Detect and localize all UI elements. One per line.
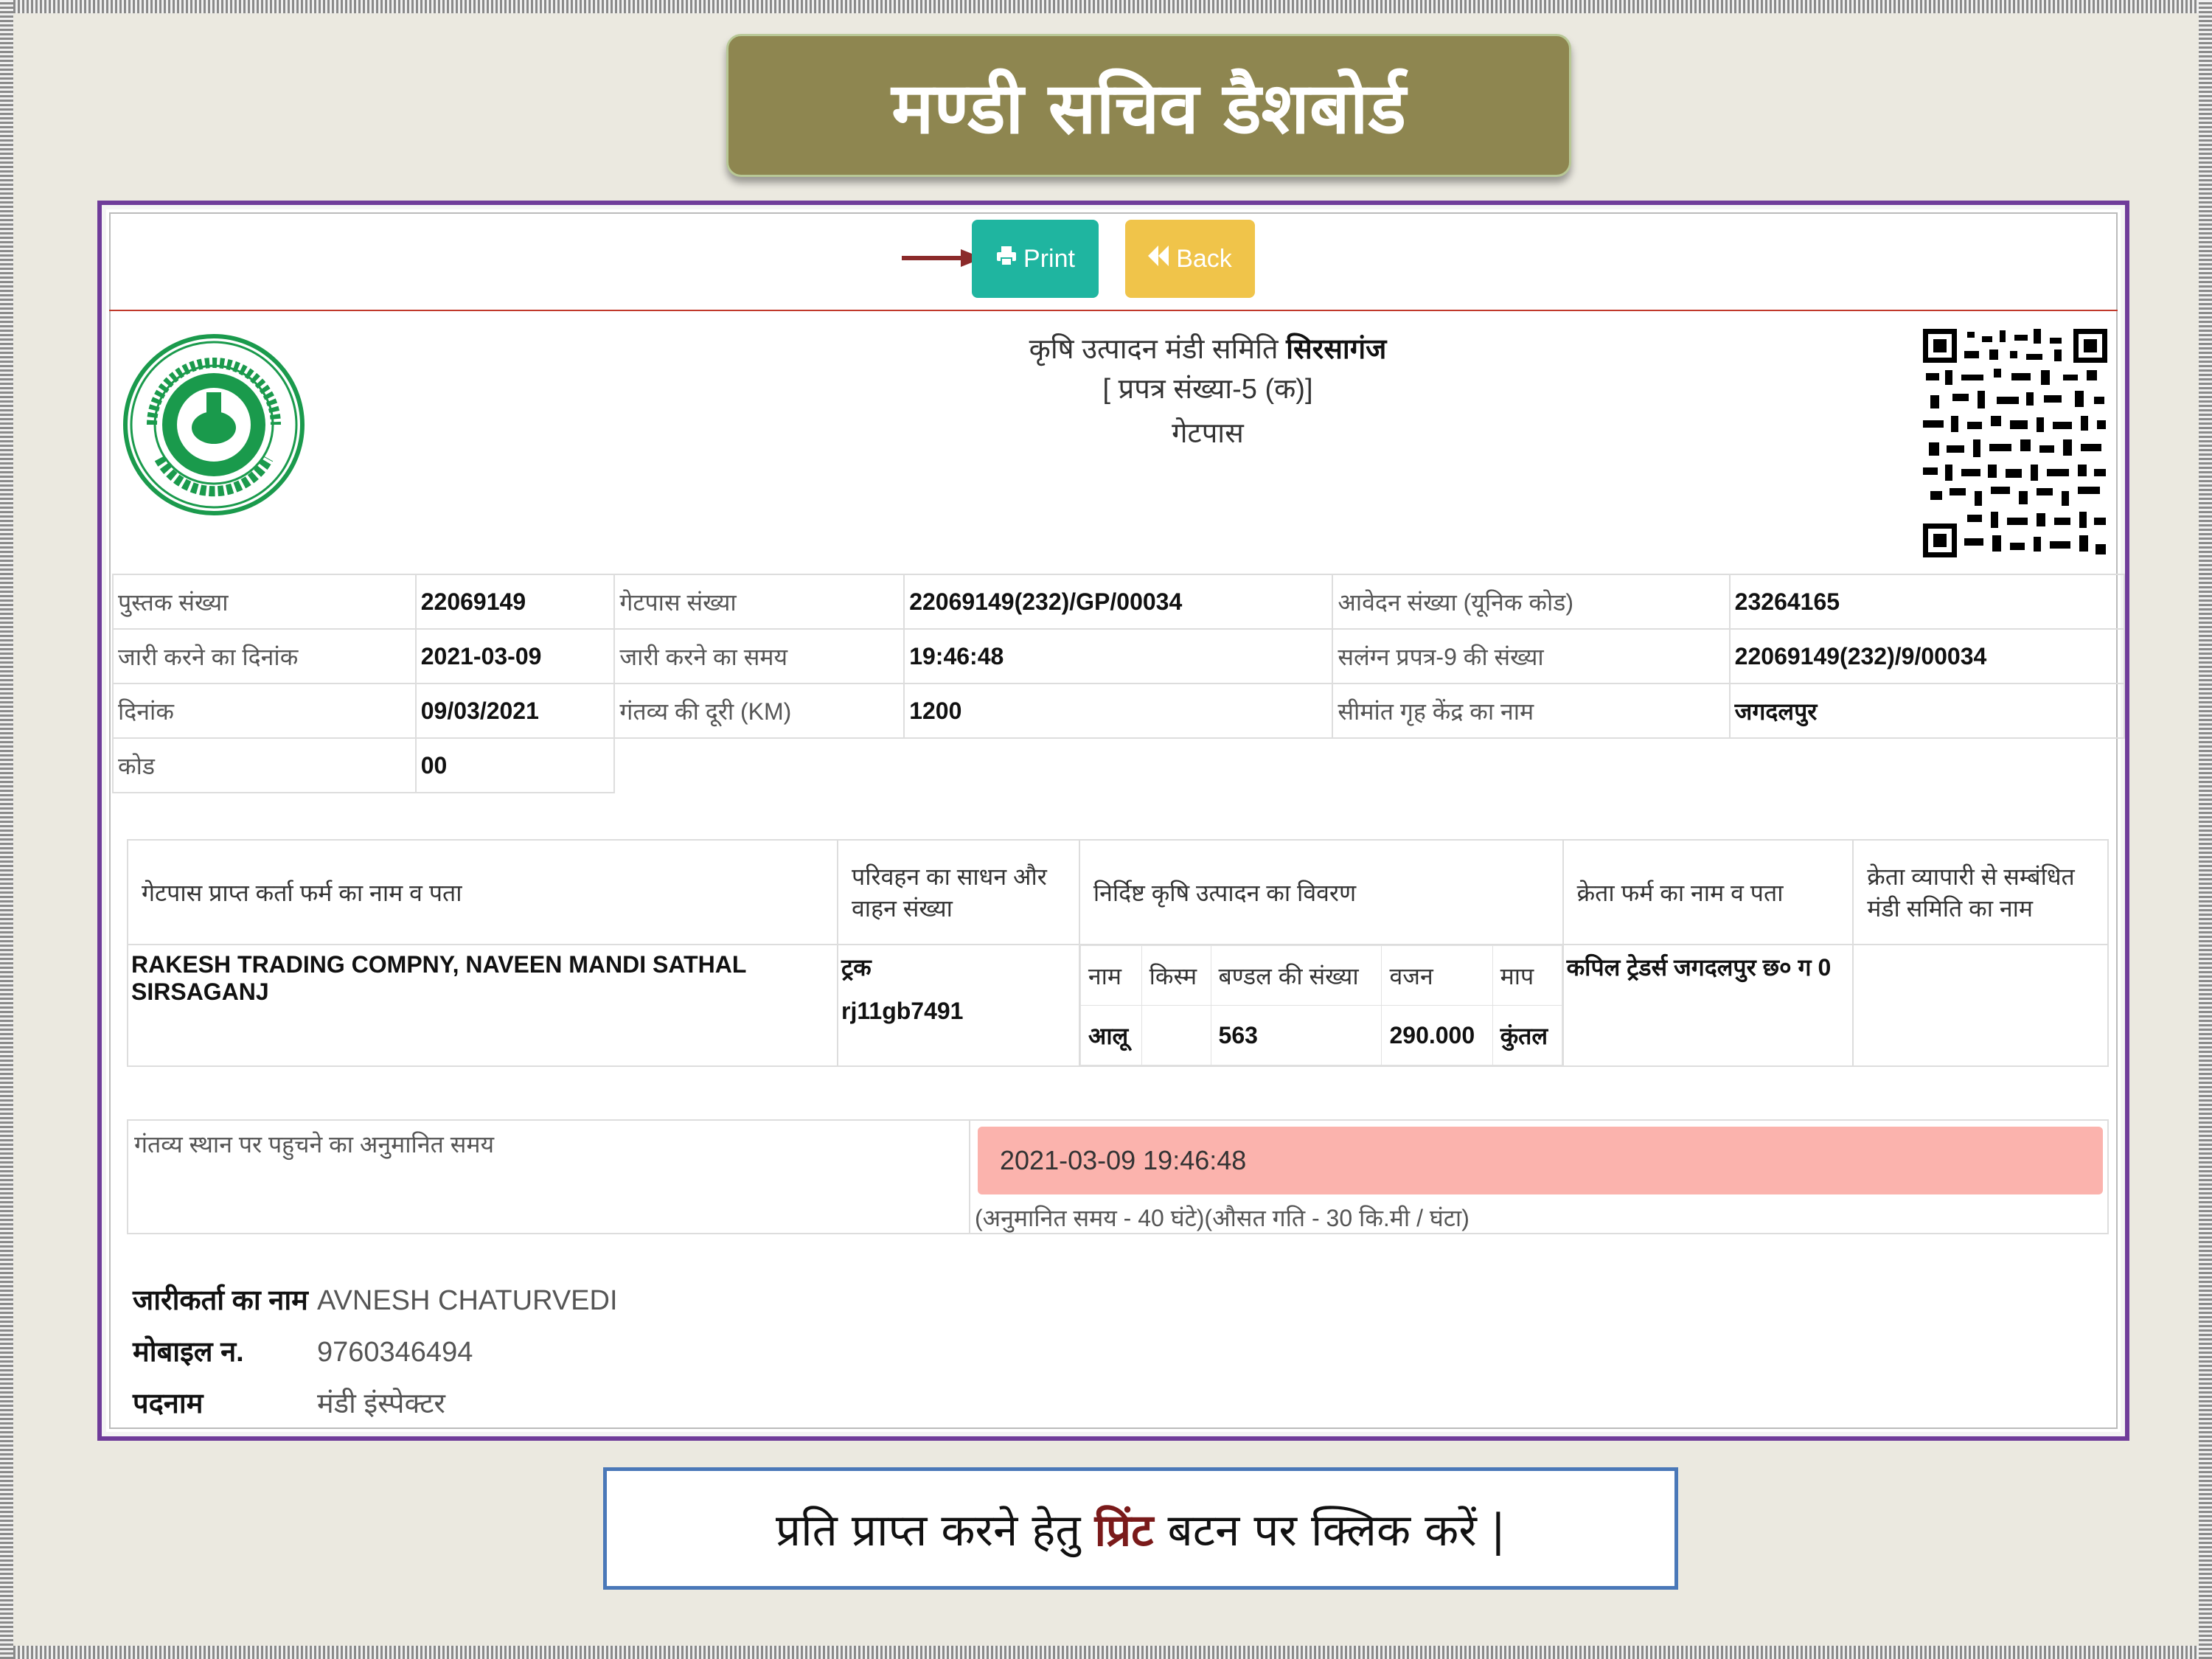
produce-subtable: नाम किस्म बण्डल की संख्या वजन माप आलू 56… — [1079, 945, 1562, 1065]
application-no-value: 23264165 — [1728, 574, 2126, 630]
col-header-buyer: क्रेता फर्म का नाम व पता — [1562, 839, 1854, 945]
pointer-arrow-icon — [902, 249, 983, 267]
back-button-label: Back — [1176, 244, 1232, 273]
instruction-caption: प्रति प्राप्त करने हेतु प्रिंट बटन पर क्… — [603, 1467, 1678, 1590]
slide-title: मण्डी सचिव डैशबोर्ड — [726, 34, 1571, 177]
slide-border-left — [0, 0, 13, 1659]
back-button[interactable]: Back — [1125, 220, 1255, 298]
table-row: जारी करने का दिनांक 2021-03-09 जारी करने… — [112, 628, 2126, 684]
eta-divider — [969, 1121, 970, 1233]
issuer-designation-value: मंडी इंस्पेक्टर — [317, 1388, 445, 1419]
sub-header-unit: माप — [1492, 945, 1562, 1006]
table-row: दिनांक 09/03/2021 गंतव्य की दूरी (KM) 12… — [112, 683, 2126, 739]
printer-icon — [995, 245, 1018, 273]
double-chevron-left-icon — [1148, 246, 1170, 272]
table-row: RAKESH TRADING COMPNY, NAVEEN MANDI SATH… — [126, 944, 2109, 1067]
print-button-label: Print — [1023, 244, 1075, 273]
col-header-vehicle: परिवहन का साधन और वाहन संख्या — [837, 839, 1080, 945]
vehicle-cell: ट्रक rj11gb7491 — [837, 944, 1080, 1067]
eta-section: गंतव्य स्थान पर पहुचने का अनुमानित समय 2… — [127, 1119, 2109, 1234]
gatepass-panel: Print Back कृषि उत्पादन मंडी समिति सिरसा… — [97, 201, 2129, 1441]
issue-time-label: जारी करने का समय — [613, 628, 905, 684]
slide-border-bottom — [0, 1646, 2212, 1659]
slide-border-top — [0, 0, 2212, 13]
border-center-label: सीमांत गृह केंद्र का नाम — [1332, 683, 1731, 739]
header-mandi-line: कृषि उत्पादन मंडी समिति सिरसागंज — [839, 329, 1576, 367]
sub-header-weight: वजन — [1381, 945, 1493, 1006]
mandi-seal-logo — [123, 334, 305, 515]
table-header-row: गेटपास प्राप्त कर्ता फर्म का नाम व पता प… — [126, 839, 2109, 945]
issuer-name-row: जारीकर्ता का नाम AVNESH CHATURVEDI — [133, 1280, 618, 1318]
header-mandi-prefix: कृषि उत्पादन मंडी समिति — [1029, 334, 1287, 365]
issuer-mobile-row: मोबाइल न. 9760346494 — [133, 1332, 473, 1370]
buyer-mandi-value — [1852, 944, 2109, 1067]
issuer-name-label: जारीकर्ता का नाम — [133, 1285, 308, 1316]
table-row: नाम किस्म बण्डल की संख्या वजन माप — [1079, 945, 1562, 1006]
buyer-value: कपिल ट्रेडर्स जगदलपुर छ० ग 0 — [1562, 944, 1854, 1067]
print-button[interactable]: Print — [972, 220, 1099, 298]
header-divider — [109, 310, 2118, 311]
code-value: 00 — [414, 737, 616, 793]
issuer-name-value: AVNESH CHATURVEDI — [317, 1285, 618, 1316]
gatepass-no-label: गेटपास संख्या — [613, 574, 905, 630]
date-label: दिनांक — [112, 683, 417, 739]
header-mandi-name: सिरसागंज — [1286, 334, 1387, 365]
issue-date-label: जारी करने का दिनांक — [112, 628, 417, 684]
item-variety-value — [1141, 1005, 1211, 1065]
issue-time-value: 19:46:48 — [903, 628, 1334, 684]
sub-header-variety: किस्म — [1141, 945, 1211, 1006]
caption-text-after: बटन पर क्लिक करें | — [1153, 1505, 1506, 1557]
vehicle-no-value: rj11gb7491 — [841, 998, 964, 1024]
distance-value: 1200 — [903, 683, 1334, 739]
caption-highlight: प्रिंट — [1094, 1505, 1154, 1557]
issuer-designation-label: पदनाम — [133, 1388, 204, 1419]
eta-note: (अनुमानित समय - 40 घंटे)(औसत गति - 30 कि… — [975, 1205, 1470, 1231]
sub-header-bundles: बण्डल की संख्या — [1210, 945, 1382, 1006]
code-label: कोड — [112, 737, 417, 793]
date-value: 09/03/2021 — [414, 683, 616, 739]
gatepass-info-table: पुस्तक संख्या 22069149 गेटपास संख्या 220… — [112, 574, 2126, 793]
table-row: आलू 563 290.000 कुंतल — [1079, 1005, 1562, 1065]
col-header-buyer-mandi: क्रेता व्यापारी से सम्बंधित मंडी समिति क… — [1852, 839, 2109, 945]
eta-value: 2021-03-09 19:46:48 — [978, 1127, 2103, 1194]
header-document-type: गेटपास — [1172, 418, 1244, 449]
col-header-produce: निर्दिष्ट कृषि उत्पादन का विवरण — [1078, 839, 1564, 945]
book-no-value: 22069149 — [414, 574, 616, 630]
header-form-number: [ प्रपत्र संख्या-5 (क)] — [1102, 374, 1313, 405]
eta-label: गंतव्य स्थान पर पहुचने का अनुमानित समय — [134, 1131, 495, 1158]
table-row: पुस्तक संख्या 22069149 गेटपास संख्या 220… — [112, 574, 2126, 630]
goods-table: गेटपास प्राप्त कर्ता फर्म का नाम व पता प… — [126, 839, 2109, 1067]
book-no-label: पुस्तक संख्या — [112, 574, 417, 630]
table-row: कोड 00 — [112, 737, 2124, 793]
gatepass-no-value: 22069149(232)/GP/00034 — [903, 574, 1334, 630]
sub-header-name: नाम — [1079, 945, 1142, 1006]
issuer-mobile-label: मोबाइल न. — [133, 1337, 244, 1368]
issuer-designation-row: पदनाम मंडी इंस्पेक्टर — [133, 1383, 445, 1422]
col-header-firm: गेटपास प्राप्त कर्ता फर्म का नाम व पता — [126, 839, 839, 945]
item-weight-value: 290.000 — [1381, 1005, 1493, 1065]
empty-cell — [614, 738, 2124, 793]
form9-value: 22069149(232)/9/00034 — [1728, 628, 2126, 684]
issuer-mobile-value: 9760346494 — [317, 1337, 473, 1368]
item-unit-value: कुंतल — [1492, 1005, 1562, 1065]
qr-code — [1923, 329, 2107, 557]
form9-label: सलंग्न प्रपत्र-9 की संख्या — [1332, 628, 1731, 684]
item-name-value: आलू — [1079, 1005, 1142, 1065]
border-center-value: जगदलपुर — [1728, 683, 2126, 739]
slide-border-right — [2199, 0, 2212, 1659]
application-no-label: आवेदन संख्या (यूनिक कोड) — [1332, 574, 1731, 630]
vehicle-type-value: ट्रक — [841, 954, 872, 981]
issue-date-value: 2021-03-09 — [414, 628, 616, 684]
caption-text-before: प्रति प्राप्त करने हेतु — [775, 1505, 1095, 1557]
distance-label: गंतव्य की दूरी (KM) — [613, 683, 905, 739]
firm-name-value: RAKESH TRADING COMPNY, NAVEEN MANDI SATH… — [126, 944, 839, 1067]
produce-cell: नाम किस्म बण्डल की संख्या वजन माप आलू 56… — [1078, 944, 1564, 1067]
item-bundles-value: 563 — [1210, 1005, 1382, 1065]
